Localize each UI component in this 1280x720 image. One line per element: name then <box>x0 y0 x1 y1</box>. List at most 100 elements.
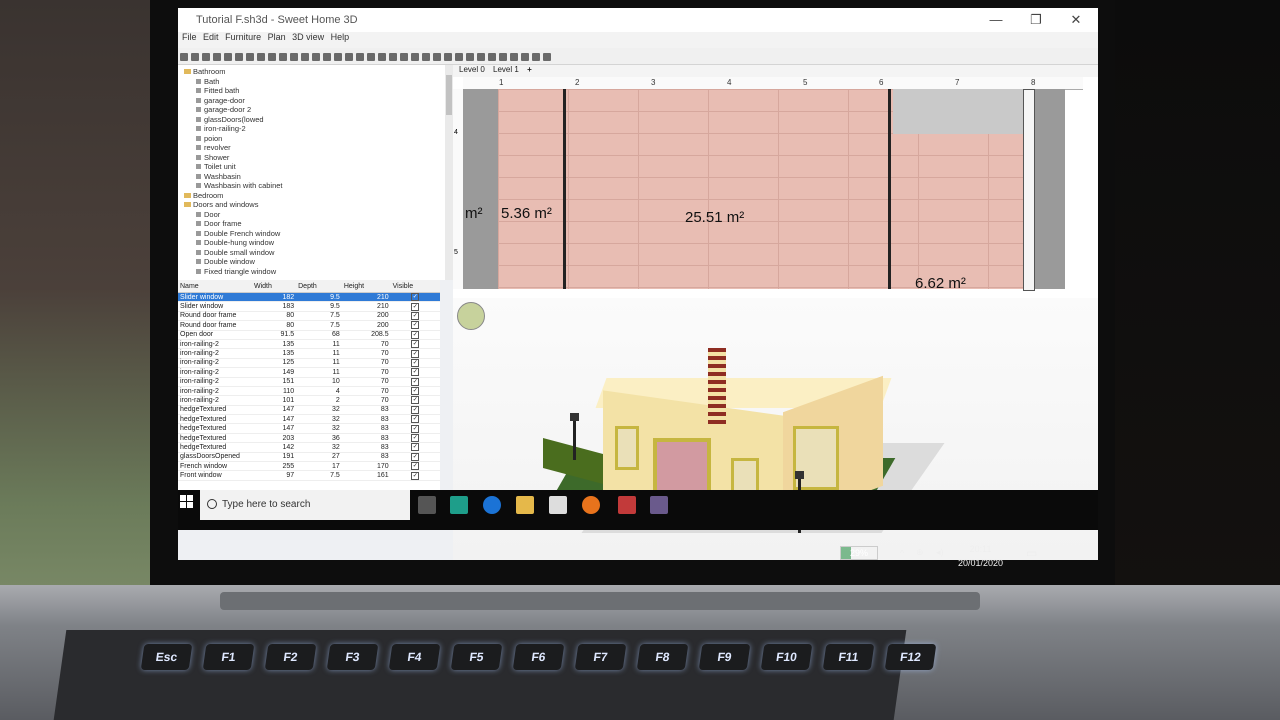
taskbar-clock[interactable]: 20:11 20/01/2020 <box>958 542 1003 570</box>
furniture-row[interactable]: Round door frame 80 7.5 200 ✓ <box>178 311 440 322</box>
column-name[interactable]: Name <box>178 280 252 293</box>
toolbar-tool-icon[interactable] <box>422 53 430 61</box>
toolbar-tool-icon[interactable] <box>345 53 353 61</box>
catalog-item[interactable]: garage-door 2 <box>184 105 453 115</box>
furniture-row[interactable]: iron-railing-2 151 10 70 ✓ <box>178 377 440 387</box>
menu-plan[interactable]: Plan <box>268 32 286 42</box>
visible-checkbox[interactable]: ✓ <box>411 452 420 461</box>
furniture-row[interactable]: Slider window 182 9.5 210 ✓ <box>178 292 440 303</box>
catalog-item[interactable]: Double-hung window <box>184 238 453 248</box>
toolbar-tool-icon[interactable] <box>532 53 540 61</box>
toolbar-tool-icon[interactable] <box>378 53 386 61</box>
sweet-home-3d-icon[interactable] <box>650 496 668 514</box>
toolbar-tool-icon[interactable] <box>356 53 364 61</box>
toolbar-tool-icon[interactable] <box>477 53 485 61</box>
taskbar-search[interactable]: Type here to search <box>200 490 410 520</box>
column-width[interactable]: Width <box>252 280 297 293</box>
catalog-item[interactable]: Fixed triangle window <box>184 267 453 277</box>
visible-checkbox[interactable]: ✓ <box>411 311 420 320</box>
visible-checkbox[interactable]: ✓ <box>411 471 420 480</box>
toolbar-tool-icon[interactable] <box>543 53 551 61</box>
app-l-icon[interactable] <box>450 496 468 514</box>
toolbar-tool-icon[interactable] <box>466 53 474 61</box>
toolbar-tool-icon[interactable] <box>191 53 199 61</box>
catalog-item[interactable]: revolver <box>184 143 453 153</box>
column-visible[interactable]: Visible <box>390 280 440 293</box>
chevron-up-icon[interactable]: ^ <box>900 548 904 558</box>
visible-checkbox[interactable]: ✓ <box>411 434 420 443</box>
window-right[interactable] <box>1023 89 1035 291</box>
menu-edit[interactable]: Edit <box>203 32 219 42</box>
catalog-item[interactable]: Shower <box>184 153 453 163</box>
visible-checkbox[interactable]: ✓ <box>411 368 420 377</box>
furniture-row[interactable]: Round door frame 80 7.5 200 ✓ <box>178 320 440 331</box>
toolbar-tool-icon[interactable] <box>312 53 320 61</box>
visible-checkbox[interactable]: ✓ <box>411 443 420 452</box>
catalog-item[interactable]: Door <box>184 210 453 220</box>
toolbar-tool-icon[interactable] <box>510 53 518 61</box>
catalog-item[interactable]: Fitted bath <box>184 86 453 96</box>
toolbar-tool-icon[interactable] <box>521 53 529 61</box>
catalog-item[interactable]: Door frame <box>184 219 453 229</box>
toolbar-tool-icon[interactable] <box>268 53 276 61</box>
visible-checkbox[interactable]: ✓ <box>411 358 420 367</box>
furniture-row[interactable]: hedgeTextured 147 32 83 ✓ <box>178 405 440 416</box>
catalog-item[interactable]: poion <box>184 134 453 144</box>
toolbar-tool-icon[interactable] <box>224 53 232 61</box>
furniture-row[interactable]: Slider window 183 9.5 210 ✓ <box>178 301 440 312</box>
toolbar-tool-icon[interactable] <box>323 53 331 61</box>
menu-file[interactable]: File <box>182 32 197 42</box>
toolbar-tool-icon[interactable] <box>301 53 309 61</box>
catalog-item[interactable]: Double small window <box>184 248 453 258</box>
add-level-button[interactable]: + <box>527 65 532 74</box>
toolbar-tool-icon[interactable] <box>213 53 221 61</box>
furniture-row[interactable]: glassDoorsOpened 191 27 83 ✓ <box>178 452 440 463</box>
catalog-item[interactable]: Toilet unit <box>184 162 453 172</box>
wall-left[interactable] <box>463 89 498 289</box>
visible-checkbox[interactable]: ✓ <box>411 302 420 311</box>
furniture-row[interactable]: iron-railing-2 135 11 70 ✓ <box>178 339 440 350</box>
visible-checkbox[interactable]: ✓ <box>411 415 420 424</box>
furniture-row[interactable]: iron-railing-2 101 2 70 ✓ <box>178 395 440 406</box>
battery-indicator[interactable]: 29% <box>840 546 878 560</box>
catalog-category[interactable]: Doors and windows <box>184 200 453 210</box>
network-icon[interactable]: ⊕ <box>916 547 924 558</box>
toolbar-tool-icon[interactable] <box>334 53 342 61</box>
menu-help[interactable]: Help <box>331 32 350 42</box>
furniture-row[interactable]: hedgeTextured 147 32 83 ✓ <box>178 414 440 425</box>
toolbar-tool-icon[interactable] <box>202 53 210 61</box>
catalog-item[interactable]: Washbasin with cabinet <box>184 181 453 191</box>
visible-checkbox[interactable]: ✓ <box>411 405 420 414</box>
navigation-arrows-icon[interactable] <box>457 302 485 330</box>
toolbar-tool-icon[interactable] <box>367 53 375 61</box>
toolbar-tool-icon[interactable] <box>246 53 254 61</box>
tab-level-0[interactable]: Level 0 <box>459 65 485 74</box>
menu-3d-view[interactable]: 3D view <box>292 32 324 42</box>
visible-checkbox[interactable]: ✓ <box>411 377 420 386</box>
minimize-button[interactable]: — <box>978 10 1014 30</box>
toolbar-tool-icon[interactable] <box>279 53 287 61</box>
catalog-item[interactable]: iron-railing-2 <box>184 124 453 134</box>
visible-checkbox[interactable]: ✓ <box>411 462 420 471</box>
wall-right[interactable] <box>1035 89 1065 289</box>
visible-checkbox[interactable]: ✓ <box>411 340 420 349</box>
catalog-category[interactable]: Bedroom <box>184 191 453 201</box>
toolbar-tool-icon[interactable] <box>433 53 441 61</box>
toolbar-tool-icon[interactable] <box>444 53 452 61</box>
furniture-row[interactable]: iron-railing-2 110 4 70 ✓ <box>178 386 440 397</box>
toolbar-tool-icon[interactable] <box>257 53 265 61</box>
visible-checkbox[interactable]: ✓ <box>411 330 420 339</box>
toolbar-tool-icon[interactable] <box>400 53 408 61</box>
close-button[interactable]: ✕ <box>1058 10 1094 30</box>
wall-top-right[interactable] <box>893 89 1028 134</box>
visible-checkbox[interactable]: ✓ <box>411 349 420 358</box>
furniture-row[interactable]: hedgeTextured 142 32 83 ✓ <box>178 442 440 453</box>
column-depth[interactable]: Depth <box>296 280 342 293</box>
catalog-item[interactable]: Bath <box>184 77 453 87</box>
notification-icon[interactable]: ▭ <box>1026 546 1037 560</box>
furniture-row[interactable]: Open door 91.5 68 208.5 ✓ <box>178 330 440 340</box>
toolbar-tool-icon[interactable] <box>455 53 463 61</box>
plan-view[interactable]: Level 0 Level 1 + 1 2 3 4 5 6 7 8 4 5 m² 5.36 m… <box>453 65 1098 298</box>
visible-checkbox[interactable]: ✓ <box>411 387 420 396</box>
furniture-row[interactable]: iron-railing-2 149 11 70 ✓ <box>178 367 440 378</box>
